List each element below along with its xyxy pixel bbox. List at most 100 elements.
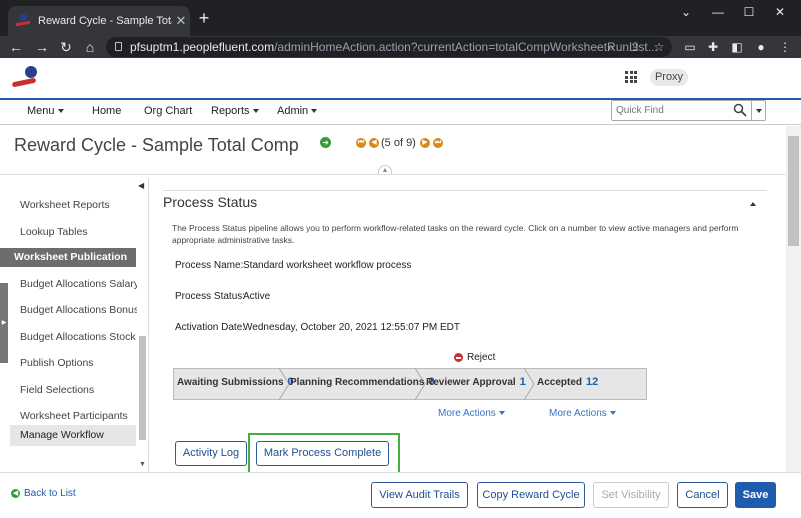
home-icon[interactable]: ⌂ — [80, 37, 100, 57]
close-window-button[interactable]: ✕ — [765, 4, 795, 20]
sidebar-item-budget-bonus[interactable]: Budget Allocations Bonus — [20, 304, 139, 316]
browser-menu-icon[interactable]: ⋮ — [775, 37, 795, 57]
app-launcher-grid-icon[interactable] — [625, 71, 637, 83]
stage-label: Planning Recommendations — [290, 377, 425, 388]
back-arrow-icon[interactable]: ← — [6, 37, 26, 57]
stage-reviewer-approval: Reviewer Approval 1 — [426, 376, 526, 388]
cast-icon[interactable]: ▭ — [680, 37, 700, 57]
profile-avatar-icon[interactable]: ● — [751, 37, 771, 57]
stage-count-link[interactable]: 1 — [520, 376, 526, 388]
sidebar-item-budget-salary[interactable]: Budget Allocations Salary — [20, 278, 139, 290]
process-status-label: Process Status: — [175, 291, 246, 302]
next-page-icon[interactable]: ▶ — [420, 138, 430, 148]
nav-home[interactable]: Home — [92, 105, 121, 117]
pager-position: (5 of 9) — [381, 137, 416, 149]
activation-date-label: Activation Date: — [175, 322, 246, 333]
more-actions-dropdown-reviewer[interactable]: More Actions — [438, 408, 505, 419]
close-tab-icon[interactable]: ✕ — [172, 13, 190, 29]
forward-arrow-icon[interactable]: → — [32, 37, 52, 57]
stage-count-link[interactable]: 12 — [586, 376, 598, 388]
stage-accepted: Accepted 12 — [537, 376, 598, 388]
search-icon[interactable] — [733, 103, 747, 117]
stage-label: Accepted — [537, 377, 583, 388]
stage-label: Reviewer Approval — [426, 377, 516, 388]
nav-reports[interactable]: Reports — [211, 105, 259, 117]
sidebar-item-lookup-tables[interactable]: Lookup Tables — [20, 226, 88, 238]
browser-tab[interactable]: Reward Cycle - Sample Total Com ✕ — [8, 6, 190, 36]
collapse-section-icon[interactable] — [750, 202, 756, 206]
chevron-down-icon — [756, 109, 762, 113]
sidebar-item-worksheet-participants[interactable]: Worksheet Participants — [20, 410, 128, 422]
nav-admin-label: Admin — [277, 105, 309, 117]
share-icon[interactable]: ⇪ — [626, 37, 644, 57]
window-dropdown-icon[interactable]: ⌄ — [671, 4, 701, 20]
nav-org-chart[interactable]: Org Chart — [144, 105, 192, 117]
reject-icon — [454, 353, 463, 362]
proxy-button[interactable]: Proxy — [650, 69, 688, 86]
sidebar-scrollbar-thumb[interactable] — [139, 336, 146, 440]
quick-find-dropdown[interactable] — [751, 101, 765, 120]
activity-log-button[interactable]: Activity Log — [175, 441, 247, 466]
process-status-description: The Process Status pipeline allows you t… — [172, 223, 739, 245]
more-actions-label: More Actions — [549, 408, 607, 419]
back-to-list-link[interactable]: ◀ Back to List — [11, 488, 76, 499]
minimize-window-button[interactable]: — — [703, 4, 733, 20]
last-page-icon[interactable]: ⏭ — [433, 138, 443, 148]
reload-icon[interactable]: ↻ — [56, 37, 76, 57]
set-visibility-button[interactable]: Set Visibility — [593, 482, 669, 508]
save-button[interactable]: Save — [735, 482, 776, 508]
reject-label: Reject — [467, 352, 496, 363]
sidebar-section-worksheet-publication[interactable]: Worksheet Publication — [0, 248, 136, 267]
more-actions-label: More Actions — [438, 408, 496, 419]
collapse-header-handle[interactable]: ▲ — [378, 165, 392, 174]
quick-find-input[interactable] — [616, 103, 726, 118]
sidebar-item-field-selections[interactable]: Field Selections — [20, 384, 94, 396]
back-to-list-label: Back to List — [24, 488, 76, 499]
activation-date-value: Wednesday, October 20, 2021 12:55:07 PM … — [243, 322, 460, 333]
process-name-value: Standard worksheet workflow process — [243, 260, 412, 271]
sidebar-item-budget-stock[interactable]: Budget Allocations Stock — [20, 331, 136, 343]
site-favicon-icon — [16, 14, 30, 28]
sidebar-item-worksheet-reports[interactable]: Worksheet Reports — [20, 199, 110, 211]
sidebar-item-manage-workflow[interactable]: Manage Workflow — [10, 425, 136, 446]
reject-link[interactable]: Reject — [454, 352, 495, 363]
scroll-down-arrow-icon[interactable]: ▼ — [139, 461, 146, 468]
sidebar-item-publish-options[interactable]: Publish Options — [20, 357, 94, 369]
sidebar-expand-handle[interactable]: ▶ — [0, 283, 8, 363]
extensions-puzzle-icon[interactable]: ✚ — [703, 37, 723, 57]
nav-admin[interactable]: Admin — [277, 105, 318, 117]
copy-reward-cycle-button[interactable]: Copy Reward Cycle — [477, 482, 585, 508]
url-host: pfsuptm1.peoplefluent.com — [130, 40, 275, 54]
view-audit-trails-button[interactable]: View Audit Trails — [371, 482, 468, 508]
back-arrow-icon: ◀ — [11, 489, 20, 498]
chevron-down-icon — [311, 109, 318, 114]
nav-menu-label: Menu — [27, 105, 55, 117]
section-divider — [163, 190, 767, 191]
stage-label: Awaiting Submissions — [177, 377, 284, 388]
nav-reports-label: Reports — [211, 105, 250, 117]
go-arrow-icon[interactable]: ➜ — [320, 137, 331, 148]
more-actions-dropdown-accepted[interactable]: More Actions — [549, 408, 616, 419]
stage-planning-recommendations: Planning Recommendations 0 — [290, 376, 435, 388]
logo-dot — [25, 66, 37, 78]
new-tab-button[interactable]: + — [194, 8, 214, 28]
bookmark-star-icon[interactable]: ☆ — [650, 37, 668, 57]
chevron-down-icon — [498, 411, 505, 416]
chevron-down-icon — [609, 411, 616, 416]
previous-page-icon[interactable]: ◀ — [369, 138, 379, 148]
company-logo[interactable] — [10, 66, 42, 92]
maximize-window-button[interactable]: ☐ — [734, 4, 764, 20]
mark-process-complete-button[interactable]: Mark Process Complete — [256, 441, 389, 466]
url-bar[interactable]: pfsuptm1.peoplefluent.com/adminHomeActio… — [106, 37, 672, 57]
first-page-icon[interactable]: ⏮ — [356, 138, 366, 148]
sidebar-collapse-arrow-icon[interactable]: ◀ — [138, 181, 144, 190]
process-status-value: Active — [243, 291, 271, 302]
side-panel-icon[interactable]: ◧ — [727, 37, 747, 57]
chevron-down-icon — [57, 109, 64, 114]
stage-awaiting-submissions: Awaiting Submissions 0 — [177, 376, 294, 388]
search-icon[interactable]: ⌕ — [602, 37, 620, 57]
main-scrollbar-thumb[interactable] — [788, 136, 799, 246]
header-divider — [0, 174, 786, 175]
cancel-button[interactable]: Cancel — [677, 482, 728, 508]
nav-menu[interactable]: Menu — [27, 105, 64, 117]
